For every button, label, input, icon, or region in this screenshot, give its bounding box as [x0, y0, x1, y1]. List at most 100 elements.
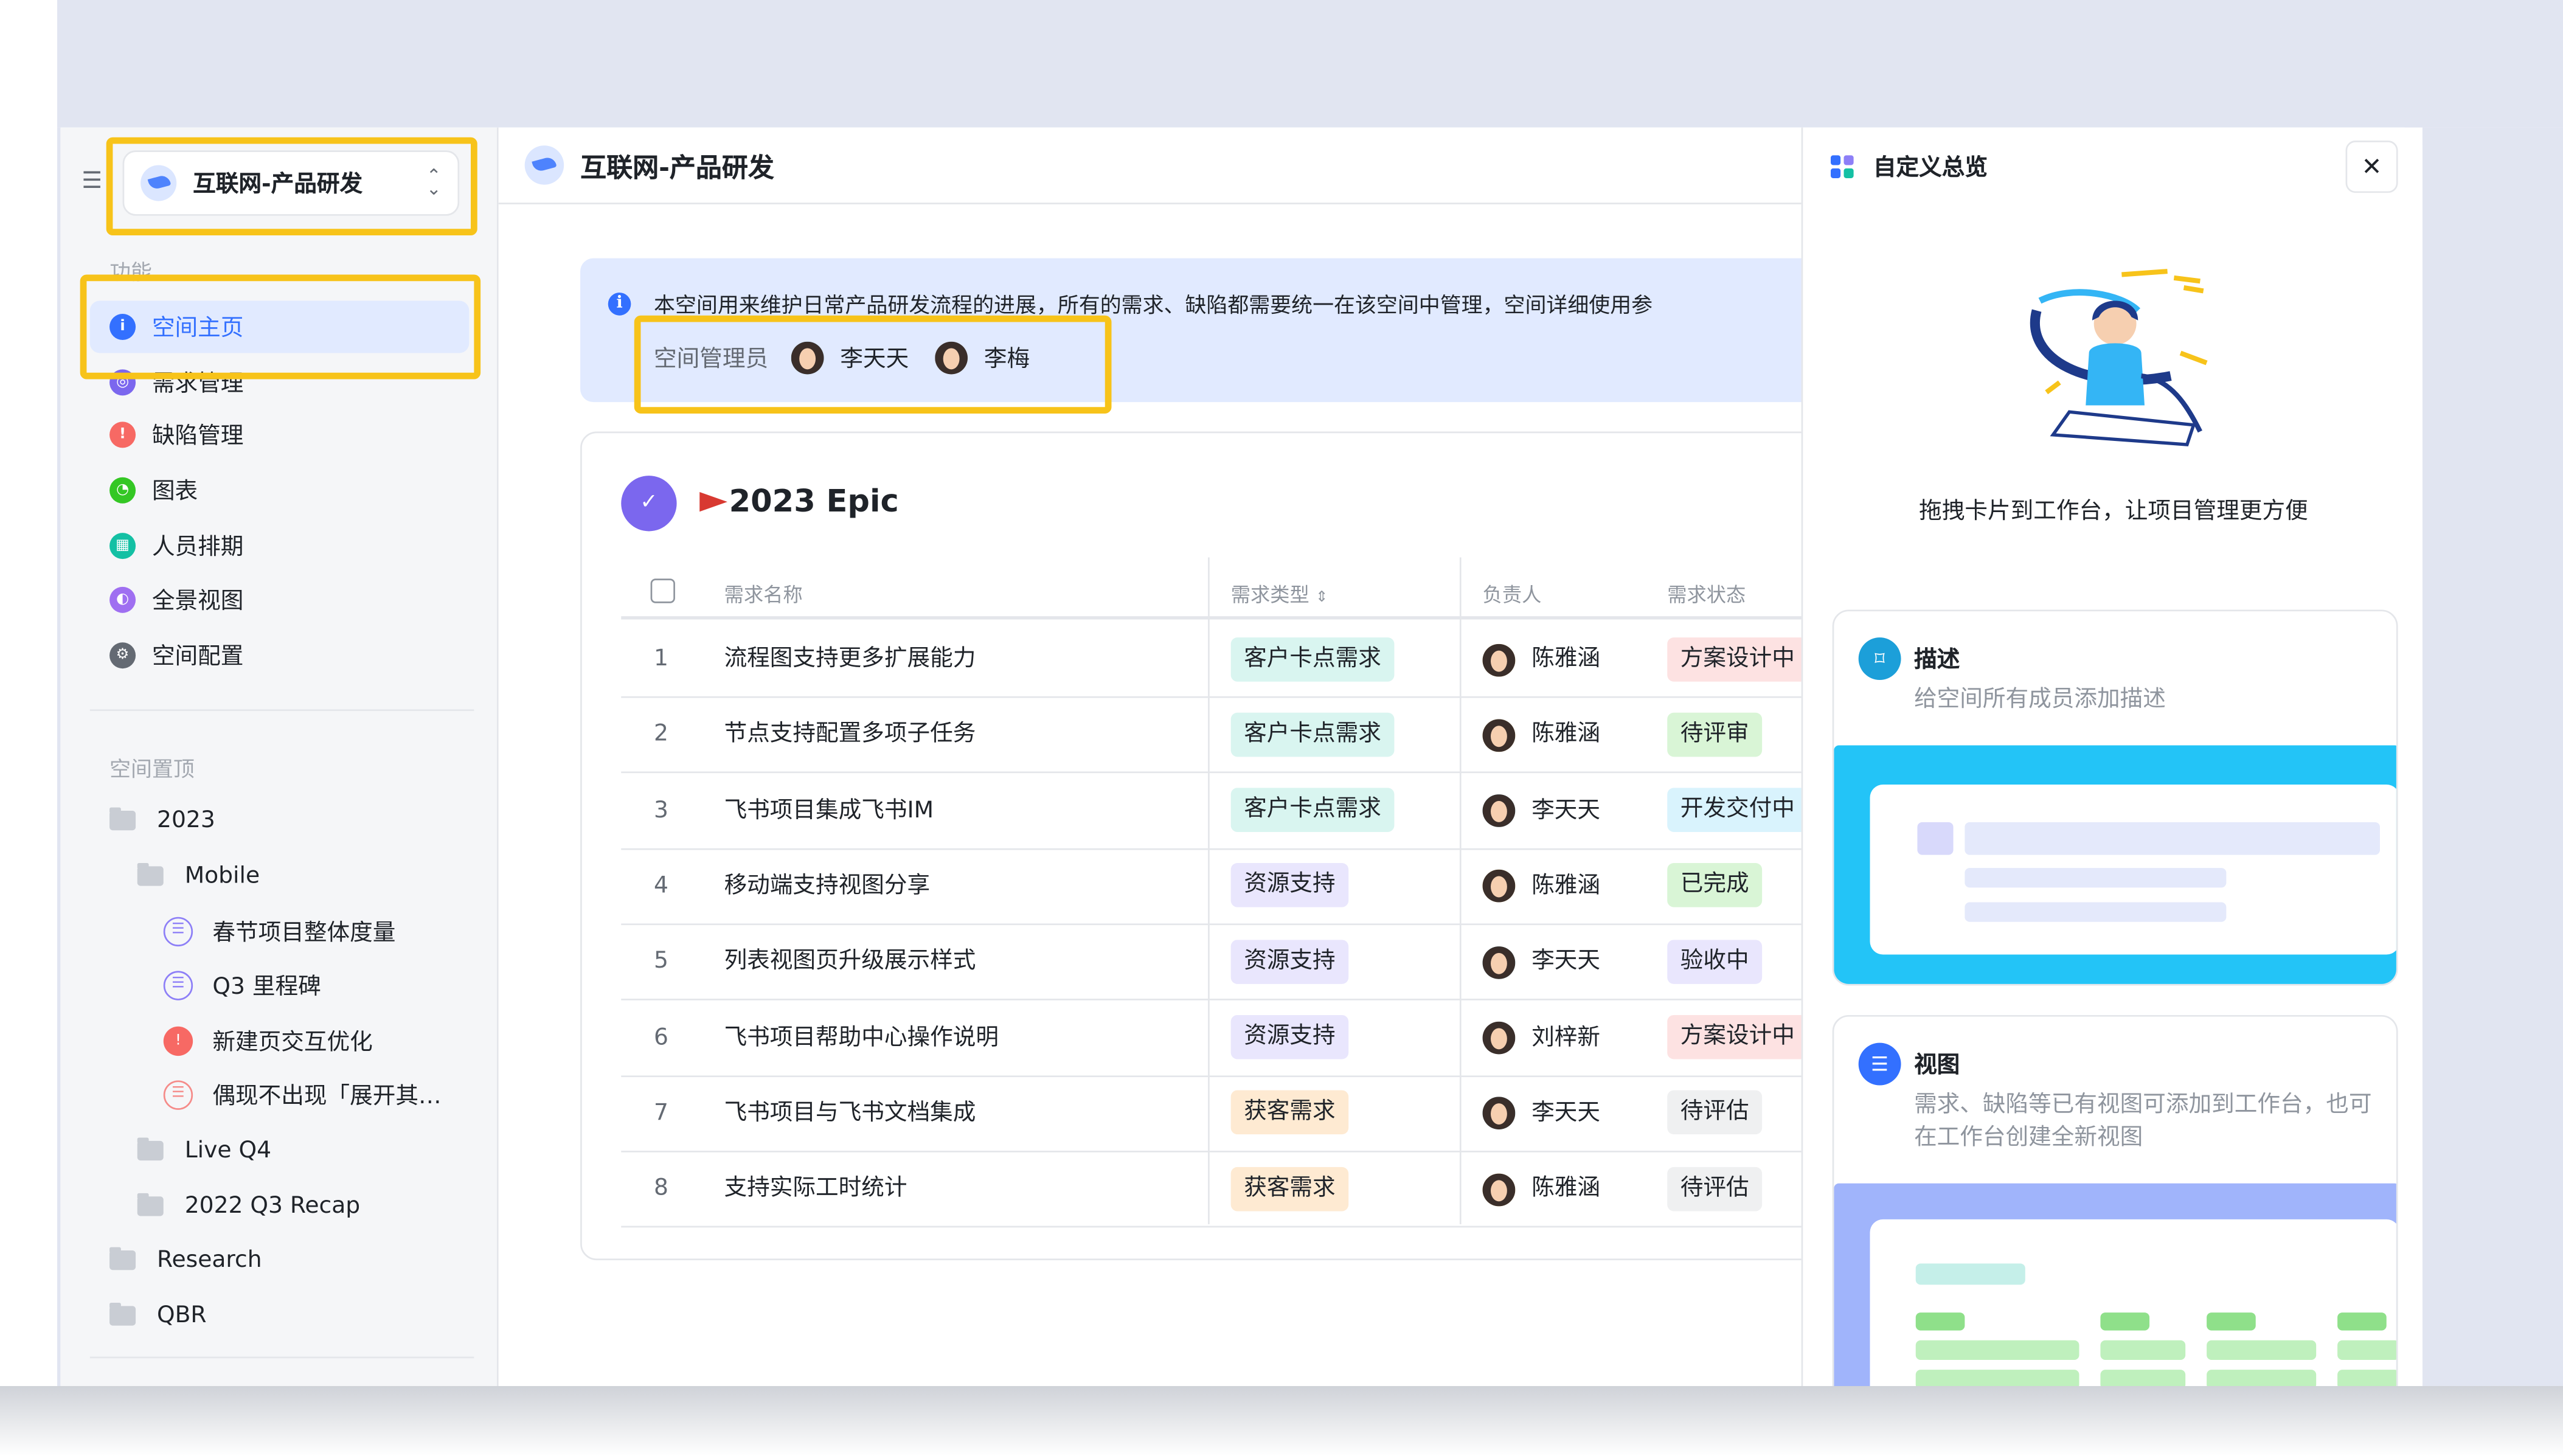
requirement-type-cell: 客户卡点需求 — [1230, 623, 1395, 696]
owner-cell: 陈雅涵 — [1482, 1153, 1600, 1226]
tree-folder-research[interactable]: Research — [109, 1237, 262, 1283]
table-row[interactable]: 5 列表视图页升级展示样式 资源支持 李天天 验收中 — [621, 926, 1831, 1001]
nav-item-charts[interactable]: ◔ 图表 — [90, 464, 470, 516]
owner-name[interactable]: 刘梓新 — [1531, 1001, 1600, 1075]
row-index: 2 — [654, 721, 668, 747]
close-button[interactable]: ✕ — [2345, 140, 2398, 193]
table-row[interactable]: 7 飞书项目与飞书文档集成 获客需求 李天天 待评估 — [621, 1077, 1831, 1153]
column-header-status[interactable]: 需求状态 — [1667, 580, 1746, 608]
requirement-name[interactable]: 移动端支持视图分享 — [724, 850, 931, 923]
table-row[interactable]: 6 飞书项目帮助中心操作说明 资源支持 刘梓新 方案设计中 — [621, 1001, 1831, 1076]
table-row[interactable]: 1 流程图支持更多扩展能力 客户卡点需求 陈雅涵 方案设计中 — [621, 623, 1831, 698]
preview-skeleton — [1915, 1340, 2079, 1360]
tree-view-item[interactable]: ☰ 春节项目整体度量 — [163, 909, 396, 954]
type-tag[interactable]: 客户卡点需求 — [1230, 636, 1395, 681]
table-row[interactable]: 3 飞书项目集成飞书IM 客户卡点需求 李天天 开发交付中 — [621, 774, 1831, 850]
feature-desc: 需求、缺陷等已有视图可添加到工作台，也可在工作台创建全新视图 — [1914, 1092, 2372, 1151]
requirement-name[interactable]: 列表视图页升级展示样式 — [724, 926, 976, 999]
tree-folder-live-q4[interactable]: Live Q4 — [137, 1128, 271, 1173]
column-header-type[interactable]: 需求类型 ⇕ — [1231, 580, 1328, 608]
owner-cell: 陈雅涵 — [1482, 623, 1600, 696]
owner-name[interactable]: 李天天 — [1531, 1077, 1600, 1151]
feature-title: 视图 — [1914, 1052, 1960, 1079]
tree-label: 春节项目整体度量 — [212, 920, 396, 947]
status-tag[interactable]: 待评估 — [1667, 1166, 1763, 1211]
status-tag[interactable]: 已完成 — [1667, 864, 1763, 908]
column-header-owner[interactable]: 负责人 — [1483, 580, 1542, 608]
nav-item-panorama[interactable]: ◐ 全景视图 — [90, 574, 470, 626]
preview-skeleton — [1915, 1312, 1965, 1331]
owner-name[interactable]: 李天天 — [1531, 926, 1600, 999]
feature-card-description[interactable]: ⌑ 描述 给空间所有成员添加描述 — [1832, 609, 2398, 986]
tree-view-item[interactable]: ☰ Q3 里程碑 — [163, 963, 321, 1008]
status-cell: 待评审 — [1667, 698, 1763, 772]
panorama-icon: ◐ — [109, 586, 136, 613]
requirement-name[interactable]: 飞书项目帮助中心操作说明 — [724, 1001, 999, 1075]
avatar — [1482, 1021, 1516, 1055]
owner-name[interactable]: 陈雅涵 — [1531, 623, 1600, 696]
section-label-pinned: 空间置顶 — [109, 758, 195, 783]
owner-cell: 刘梓新 — [1482, 1001, 1600, 1075]
requirement-name[interactable]: 节点支持配置多项子任务 — [724, 698, 976, 772]
type-tag[interactable]: 资源支持 — [1230, 864, 1349, 908]
table-row[interactable]: 2 节点支持配置多项子任务 客户卡点需求 陈雅涵 待评审 — [621, 698, 1831, 774]
status-cell: 开发交付中 — [1667, 774, 1808, 848]
folder-icon — [109, 1247, 136, 1271]
status-tag[interactable]: 待评估 — [1667, 1090, 1763, 1135]
type-tag[interactable]: 获客需求 — [1230, 1090, 1349, 1135]
screenshot-canvas: ☰ 互联网-产品研发 ⌃⌄ 功能 i 空间主页 ◎ 需求管理 ! 缺陷管理 ◔ — [0, 0, 2563, 1456]
collapse-sidebar-icon[interactable]: ☰ — [82, 168, 108, 195]
status-tag[interactable]: 待评审 — [1667, 712, 1763, 757]
tree-folder-qbr[interactable]: QBR — [109, 1293, 207, 1339]
tree-bug-item[interactable]: ! 新建页交互优化 — [163, 1018, 373, 1064]
preview-card — [1870, 1219, 2396, 1386]
tree-label: Live Q4 — [184, 1137, 272, 1164]
epic-card: ✓ 2023 Epic 需求名称 需求类型 ⇕ 负责人 需求状态 1 流程图支持更… — [580, 431, 1839, 1261]
tree-folder-mobile[interactable]: Mobile — [137, 853, 260, 899]
nav-item-schedule[interactable]: ▦ 人员排期 — [90, 520, 470, 572]
requirement-name[interactable]: 飞书项目与飞书文档集成 — [724, 1077, 976, 1151]
type-tag[interactable]: 资源支持 — [1230, 939, 1349, 984]
requirement-type-cell: 资源支持 — [1230, 926, 1349, 999]
owner-name[interactable]: 陈雅涵 — [1531, 698, 1600, 772]
requirement-type-cell: 资源支持 — [1230, 1001, 1349, 1075]
list-view-icon: ☰ — [163, 971, 193, 1000]
type-tag[interactable]: 客户卡点需求 — [1230, 712, 1395, 757]
tree-label: 新建页交互优化 — [212, 1030, 373, 1056]
sort-icon[interactable]: ⇕ — [1316, 590, 1328, 606]
owner-cell: 李天天 — [1482, 1077, 1600, 1151]
tree-view-item[interactable]: ☰ 偶现不出现「展开其… — [163, 1072, 442, 1118]
table-row[interactable]: 8 支持实际工时统计 获客需求 陈雅涵 待评估 — [621, 1153, 1831, 1228]
avatar — [1482, 718, 1516, 752]
requirement-name[interactable]: 飞书项目集成飞书IM — [724, 774, 934, 848]
schedule-icon: ▦ — [109, 533, 136, 560]
owner-name[interactable]: 李天天 — [1531, 774, 1600, 848]
status-tag[interactable]: 验收中 — [1667, 939, 1763, 984]
preview-skeleton — [2337, 1370, 2396, 1386]
drag-illustration — [2030, 269, 2208, 446]
tree-folder-2023[interactable]: 2023 — [109, 798, 215, 844]
requirement-name[interactable]: 支持实际工时统计 — [724, 1153, 907, 1226]
requirement-type-cell: 获客需求 — [1230, 1077, 1349, 1151]
table-row[interactable]: 4 移动端支持视图分享 资源支持 陈雅涵 已完成 — [621, 850, 1831, 925]
nav-item-bugs[interactable]: ! 缺陷管理 — [90, 409, 470, 461]
feature-card-view[interactable]: ☰ 视图 需求、缺陷等已有视图可添加到工作台，也可在工作台创建全新视图 — [1832, 1014, 2398, 1386]
requirement-type-cell: 资源支持 — [1230, 850, 1349, 923]
requirement-name[interactable]: 流程图支持更多扩展能力 — [724, 623, 976, 696]
status-tag[interactable]: 方案设计中 — [1667, 1014, 1808, 1059]
tree-folder-2022-recap[interactable]: 2022 Q3 Recap — [137, 1184, 360, 1229]
row-index: 6 — [654, 1024, 668, 1050]
owner-name[interactable]: 陈雅涵 — [1531, 850, 1600, 923]
status-tag[interactable]: 开发交付中 — [1667, 788, 1808, 833]
nav-item-settings[interactable]: ⚙ 空间配置 — [90, 629, 470, 682]
column-header-name[interactable]: 需求名称 — [724, 580, 803, 608]
main-content: 互联网-产品研发 i 本空间用来维护日常产品研发流程的进展，所有的需求、缺陷都需… — [498, 127, 1839, 1386]
owner-name[interactable]: 陈雅涵 — [1531, 1153, 1600, 1226]
panel-title: 自定义总览 — [1873, 154, 1988, 181]
type-tag[interactable]: 客户卡点需求 — [1230, 788, 1395, 833]
list-icon: ☰ — [1858, 1042, 1901, 1086]
select-all-checkbox[interactable] — [650, 578, 675, 603]
type-tag[interactable]: 资源支持 — [1230, 1014, 1349, 1059]
status-tag[interactable]: 方案设计中 — [1667, 636, 1808, 681]
type-tag[interactable]: 获客需求 — [1230, 1166, 1349, 1211]
